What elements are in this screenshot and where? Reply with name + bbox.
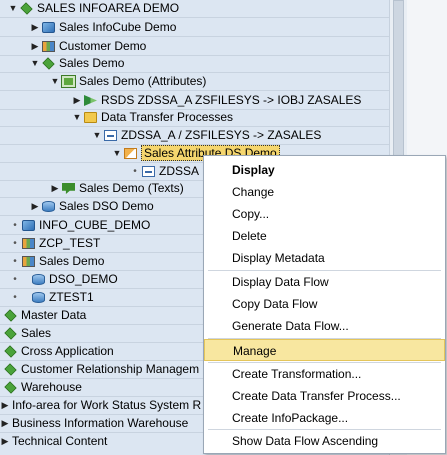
tree-node-business-information-warehouse[interactable]: ▶ Business Information Warehouse <box>0 414 189 433</box>
context-menu: Display Change Copy... Delete Display Me… <box>203 155 446 454</box>
tree-node-master-data[interactable]: Master Data <box>0 306 86 325</box>
infopackage-icon <box>124 148 137 159</box>
menu-item-create-dtp[interactable]: Create Data Transfer Process... <box>204 385 445 407</box>
leaf-bullet-icon: • <box>13 292 17 303</box>
folder-icon <box>84 112 97 123</box>
infocube-icon <box>22 220 35 231</box>
tree-node-sales-infoarea-demo[interactable]: ▼ SALES INFOAREA DEMO <box>0 0 180 18</box>
tree-node-sales-dso-demo[interactable]: ▶ Sales DSO Demo <box>0 197 154 216</box>
collapse-toggle-icon[interactable]: ▼ <box>112 144 122 163</box>
tree-node-warehouse[interactable]: Warehouse <box>0 378 82 397</box>
tree-node-sales-demo-texts[interactable]: ▶ Sales Demo (Texts) <box>0 179 184 198</box>
menu-item-generate-data-flow[interactable]: Generate Data Flow... <box>204 315 445 337</box>
infocube-icon <box>42 22 55 33</box>
menu-item-create-transformation[interactable]: Create Transformation... <box>204 363 445 385</box>
attributes-icon <box>61 75 76 88</box>
tree-node-dtp-zdssa[interactable]: ▼ ZDSSA_A / ZSFILESYS -> ZASALES <box>0 126 322 145</box>
tree-node-sales[interactable]: Sales <box>0 324 51 343</box>
collapse-toggle-icon[interactable]: ▼ <box>50 72 60 91</box>
tree-node-sales-demo-attributes[interactable]: ▼ Sales Demo (Attributes) <box>0 72 206 91</box>
dso-icon <box>42 201 55 212</box>
collapse-toggle-icon[interactable]: ▼ <box>30 54 40 73</box>
infoarea-icon <box>4 345 17 358</box>
tree-node-zcp-test[interactable]: • ZCP_TEST <box>0 234 100 253</box>
characteristic-icon <box>22 256 35 267</box>
leaf-bullet-icon: • <box>13 274 17 285</box>
leaf-bullet-icon: • <box>13 220 17 231</box>
menu-item-manage[interactable]: Manage <box>204 339 445 361</box>
tree-node-cross-application[interactable]: Cross Application <box>0 342 114 361</box>
tree-node-technical-content[interactable]: ▶ Technical Content <box>0 432 108 451</box>
characteristic-icon <box>42 41 55 52</box>
dso-icon <box>32 274 45 285</box>
expand-toggle-icon[interactable]: ▶ <box>0 414 10 433</box>
infoarea-icon <box>4 309 17 322</box>
datasource-icon <box>142 166 155 177</box>
expand-toggle-icon[interactable]: ▶ <box>0 432 10 451</box>
infoarea-icon <box>42 57 55 70</box>
characteristic-icon <box>22 238 35 249</box>
infoarea-icon <box>4 381 17 394</box>
tree-node-dso-demo[interactable]: • DSO_DEMO <box>0 270 117 289</box>
infoarea-icon <box>4 363 17 376</box>
tree-node-sales-infocube-demo[interactable]: ▶ Sales InfoCube Demo <box>0 18 177 37</box>
transformation-icon <box>84 95 97 106</box>
collapse-toggle-icon[interactable]: ▼ <box>8 0 18 18</box>
menu-item-copy-data-flow[interactable]: Copy Data Flow <box>204 293 445 315</box>
menu-item-display-metadata[interactable]: Display Metadata <box>204 247 445 269</box>
expand-toggle-icon[interactable]: ▶ <box>30 197 40 216</box>
tree-node-data-transfer-processes[interactable]: ▼ Data Transfer Processes <box>0 108 234 127</box>
leaf-bullet-icon: • <box>13 238 17 249</box>
expand-toggle-icon[interactable]: ▶ <box>0 396 10 415</box>
dtp-icon <box>104 130 117 141</box>
leaf-bullet-icon: • <box>13 256 17 267</box>
menu-item-display[interactable]: Display <box>204 159 445 181</box>
infoarea-icon <box>4 327 17 340</box>
menu-item-change[interactable]: Change <box>204 181 445 203</box>
dso-icon <box>32 292 45 303</box>
texts-icon <box>62 183 75 194</box>
collapse-toggle-icon[interactable]: ▼ <box>72 108 82 127</box>
expand-toggle-icon[interactable]: ▶ <box>30 18 40 37</box>
tree-node-info-cube-demo[interactable]: • INFO_CUBE_DEMO <box>0 216 150 235</box>
tree-node-sales-demo-2[interactable]: • Sales Demo <box>0 252 104 271</box>
tree-node-info-area-work-status[interactable]: ▶ Info-area for Work Status System R <box>0 396 202 415</box>
infoarea-icon <box>20 2 33 15</box>
menu-item-delete[interactable]: Delete <box>204 225 445 247</box>
menu-item-show-data-flow-ascending[interactable]: Show Data Flow Ascending <box>204 430 445 452</box>
menu-item-copy[interactable]: Copy... <box>204 203 445 225</box>
tree-node-sales-demo[interactable]: ▼ Sales Demo <box>0 54 125 73</box>
menu-item-display-data-flow[interactable]: Display Data Flow <box>204 271 445 293</box>
tree-node-ztest1[interactable]: • ZTEST1 <box>0 288 93 307</box>
tree-node-crm[interactable]: Customer Relationship Managem <box>0 360 199 379</box>
collapse-toggle-icon[interactable]: ▼ <box>92 126 102 145</box>
scrollbar-thumb[interactable] <box>393 0 404 160</box>
menu-item-create-infopackage[interactable]: Create InfoPackage... <box>204 407 445 429</box>
expand-toggle-icon[interactable]: ▶ <box>50 179 60 198</box>
